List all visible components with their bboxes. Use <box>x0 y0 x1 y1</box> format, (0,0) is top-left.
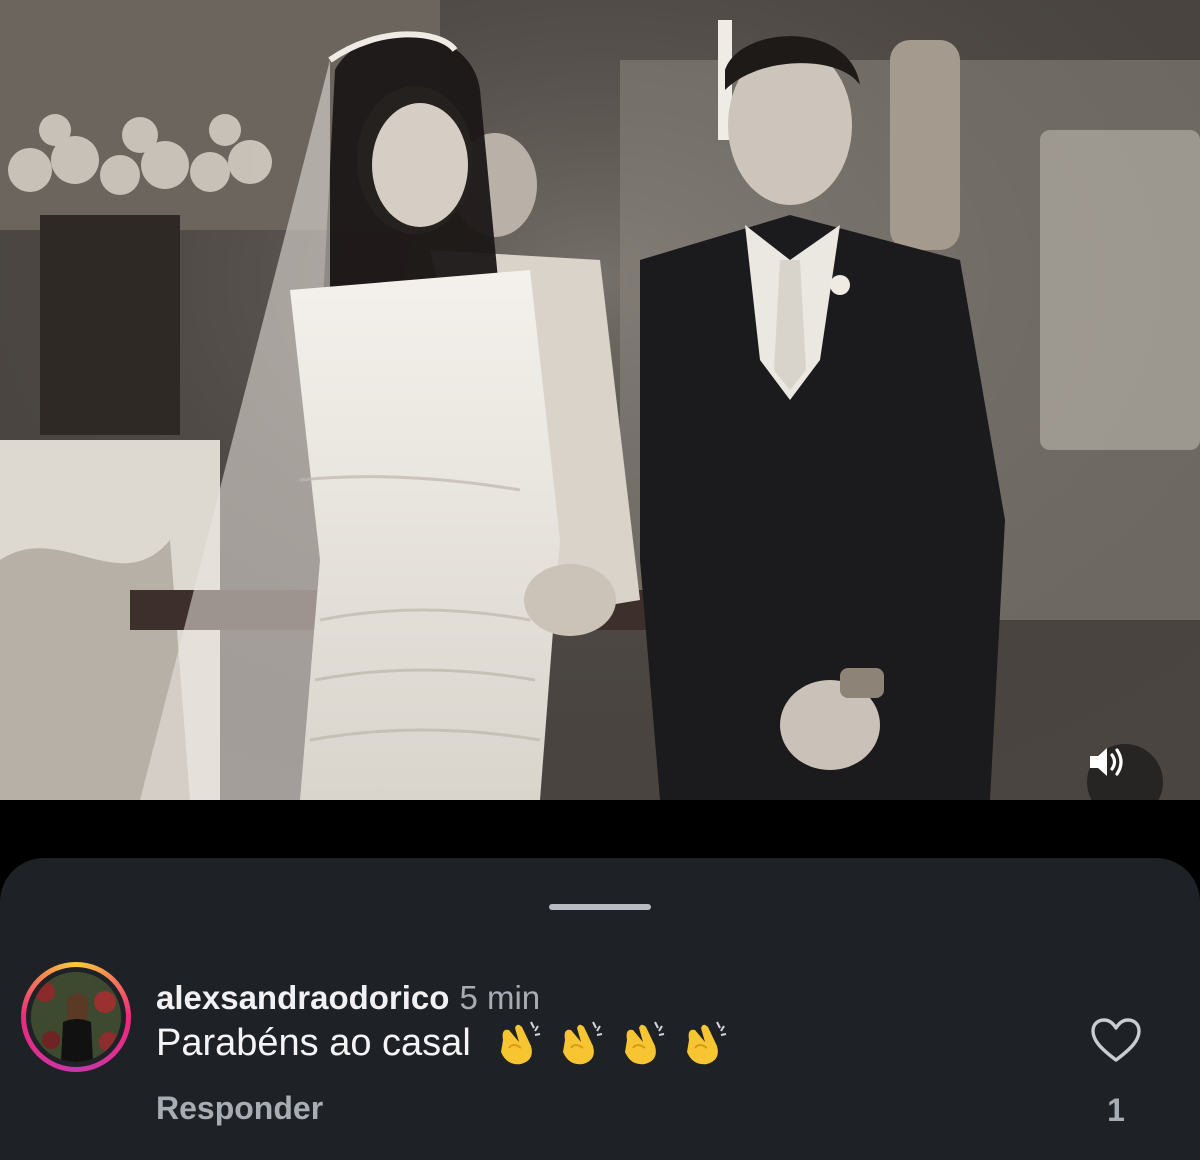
wedding-photo[interactable] <box>0 0 1200 800</box>
comment-body: Parabéns ao casal <box>156 1018 731 1068</box>
clapping-emojis <box>491 1018 731 1068</box>
sheet-drag-handle[interactable] <box>549 904 651 910</box>
clapping-hands-icon <box>624 1021 664 1065</box>
screen: alexsandraodorico 5 min Parabéns ao casal <box>0 0 1200 1160</box>
avatar-story-ring[interactable] <box>21 962 131 1072</box>
heart-icon[interactable] <box>1090 1018 1142 1064</box>
avatar[interactable] <box>31 972 121 1062</box>
avatar-image <box>31 972 121 1062</box>
speaker-icon <box>1090 748 1123 776</box>
clapping-hands-icon <box>686 1021 726 1065</box>
comments-sheet: alexsandraodorico 5 min Parabéns ao casal <box>0 858 1200 1160</box>
comment-timestamp: 5 min <box>459 979 541 1016</box>
clapping-hands-icon <box>500 1021 540 1065</box>
comment-header: alexsandraodorico 5 min <box>156 978 540 1018</box>
like-count: 1 <box>1107 1092 1125 1128</box>
photo-illustration <box>0 0 1200 800</box>
reply-button[interactable]: Responder <box>156 1088 323 1128</box>
clapping-hands-icon <box>562 1021 602 1065</box>
comment-text: Parabéns ao casal <box>156 1022 471 1064</box>
comment-username[interactable]: alexsandraodorico <box>156 979 449 1016</box>
